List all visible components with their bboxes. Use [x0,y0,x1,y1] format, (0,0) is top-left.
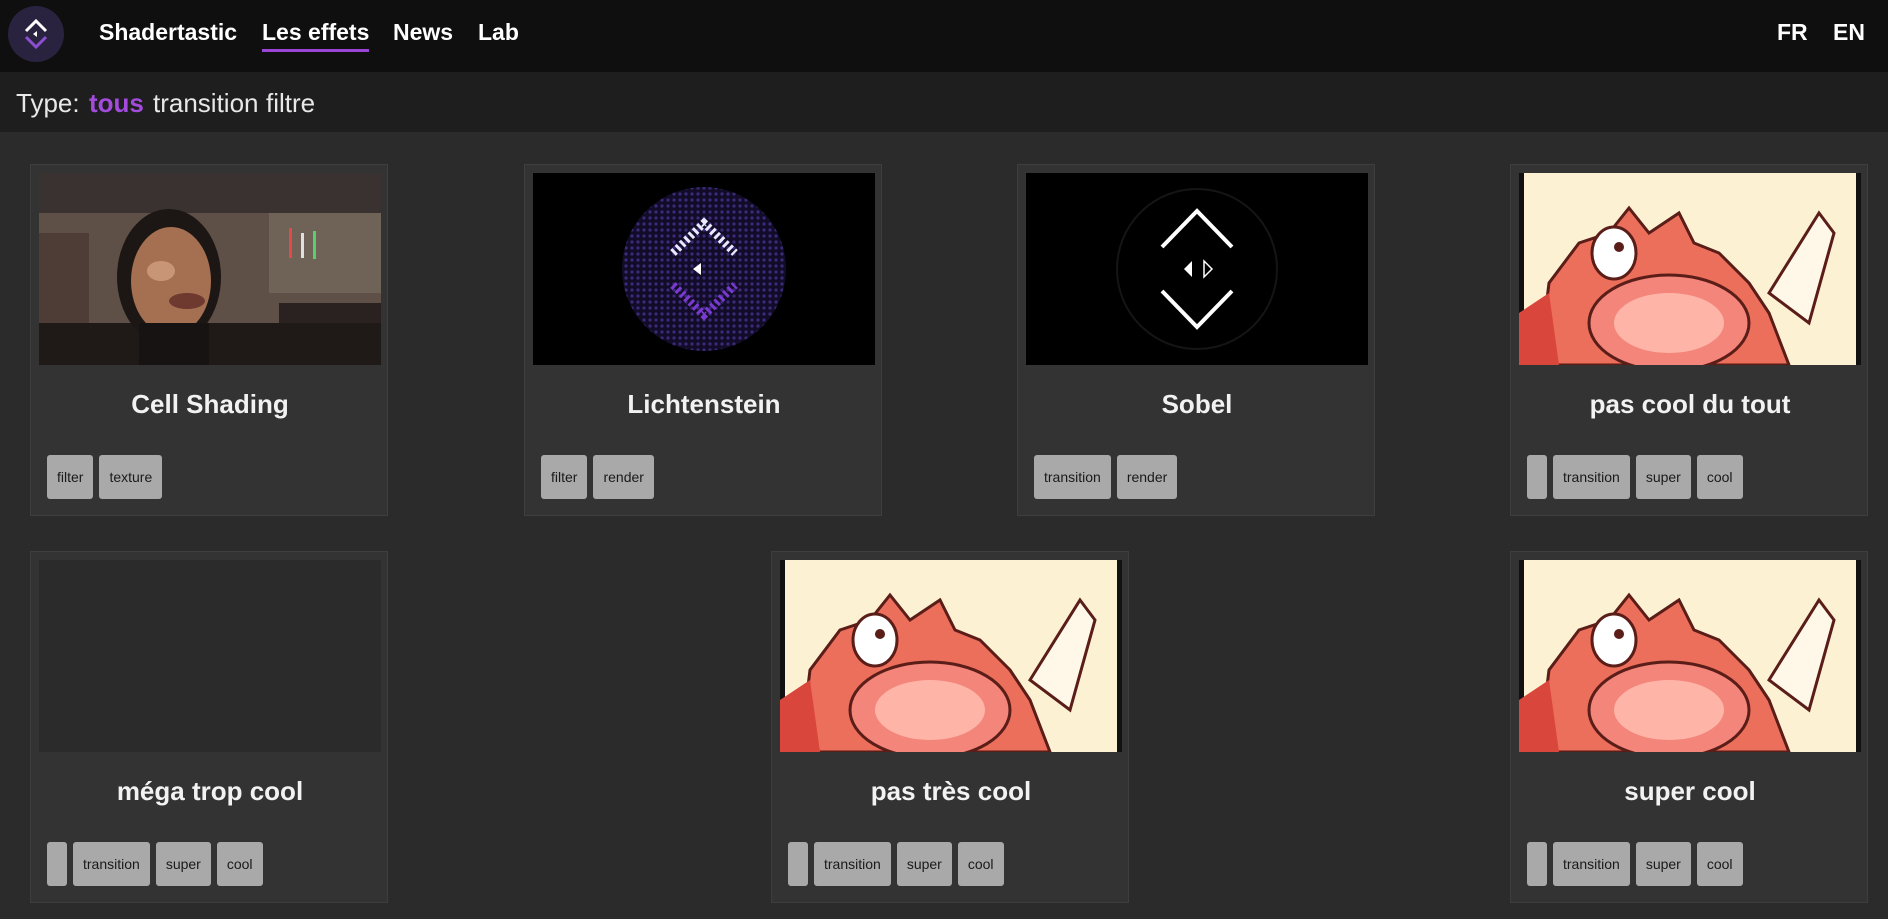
effect-thumbnail[interactable] [1519,560,1861,752]
nav-link-lab[interactable]: Lab [478,18,519,46]
effect-title: Lichtenstein [627,389,781,419]
effect-card-super-cool[interactable]: super cool transition super cool [1510,551,1868,903]
tag[interactable] [47,842,67,886]
tag-list: transition super cool [47,842,263,886]
effect-card-pas-tres-cool[interactable]: pas très cool transition super cool [771,551,1129,903]
top-navigation: Shadertastic Les effets News Lab FR EN [0,0,1888,72]
effect-thumbnail[interactable] [1519,173,1861,365]
tag[interactable] [1527,455,1547,499]
tag[interactable]: cool [1696,455,1743,499]
language-en[interactable]: EN [1833,18,1865,46]
filter-option-tous[interactable]: tous [89,88,144,118]
effect-card-pas-cool-du-tout[interactable]: pas cool du tout transition super cool [1510,164,1868,516]
language-fr[interactable]: FR [1777,18,1808,46]
effect-title: pas très cool [870,776,1032,806]
nav-link-shadertastic[interactable]: Shadertastic [99,18,237,46]
effect-title: Cell Shading [131,389,289,419]
effect-card-sobel[interactable]: Sobel transition render [1017,164,1375,516]
tag[interactable]: transition [1034,455,1111,499]
effect-title: méga trop cool [116,776,304,806]
tag[interactable]: filter [47,455,94,499]
filter-option-transition[interactable]: transition [153,88,259,118]
tag[interactable]: cool [957,842,1004,886]
effect-thumbnail[interactable] [1026,173,1368,365]
tag[interactable]: cool [1696,842,1743,886]
effect-card-mega-trop-cool[interactable]: méga trop cool transition super cool [30,551,388,903]
tag[interactable]: texture [99,455,163,499]
effect-card-cell-shading[interactable]: Cell Shading filter texture [30,164,388,516]
tag[interactable]: super [155,842,211,886]
effect-thumbnail[interactable] [780,560,1122,752]
tag[interactable]: transition [814,842,891,886]
tag[interactable]: cool [216,842,263,886]
effect-thumbnail[interactable] [39,173,381,365]
effect-title: Sobel [1161,389,1233,419]
effect-thumbnail[interactable] [39,560,381,752]
filter-option-filtre[interactable]: filtre [266,88,315,118]
shadertastic-logo[interactable] [8,6,64,62]
tag[interactable]: transition [1553,842,1630,886]
tag[interactable]: super [896,842,952,886]
tag-list: filter texture [47,455,163,499]
nav-link-les-effets[interactable]: Les effets [262,18,370,52]
tag[interactable]: render [1116,455,1178,499]
tag-list: filter render [541,455,654,499]
tag[interactable]: render [593,455,654,499]
nav-link-news[interactable]: News [393,18,453,46]
tag-list: transition super cool [1527,842,1743,886]
tag[interactable]: super [1635,455,1691,499]
effect-title: super cool [1624,776,1756,806]
effect-thumbnail[interactable] [533,173,875,365]
filter-label: Type: [16,88,80,118]
tag[interactable]: transition [1553,455,1630,499]
tag-list: transition super cool [1527,455,1743,499]
tag[interactable]: super [1635,842,1691,886]
effect-card-lichtenstein[interactable]: Lichtenstein filter render [524,164,882,516]
tag[interactable] [788,842,808,886]
tag-list: transition render [1034,455,1178,499]
tag[interactable]: filter [541,455,588,499]
tag[interactable]: transition [73,842,150,886]
tag-list: transition super cool [788,842,1004,886]
type-filter-bar: Type: tous transition filtre [0,72,1888,132]
effect-title: pas cool du tout [1589,389,1791,419]
tag[interactable] [1527,842,1547,886]
